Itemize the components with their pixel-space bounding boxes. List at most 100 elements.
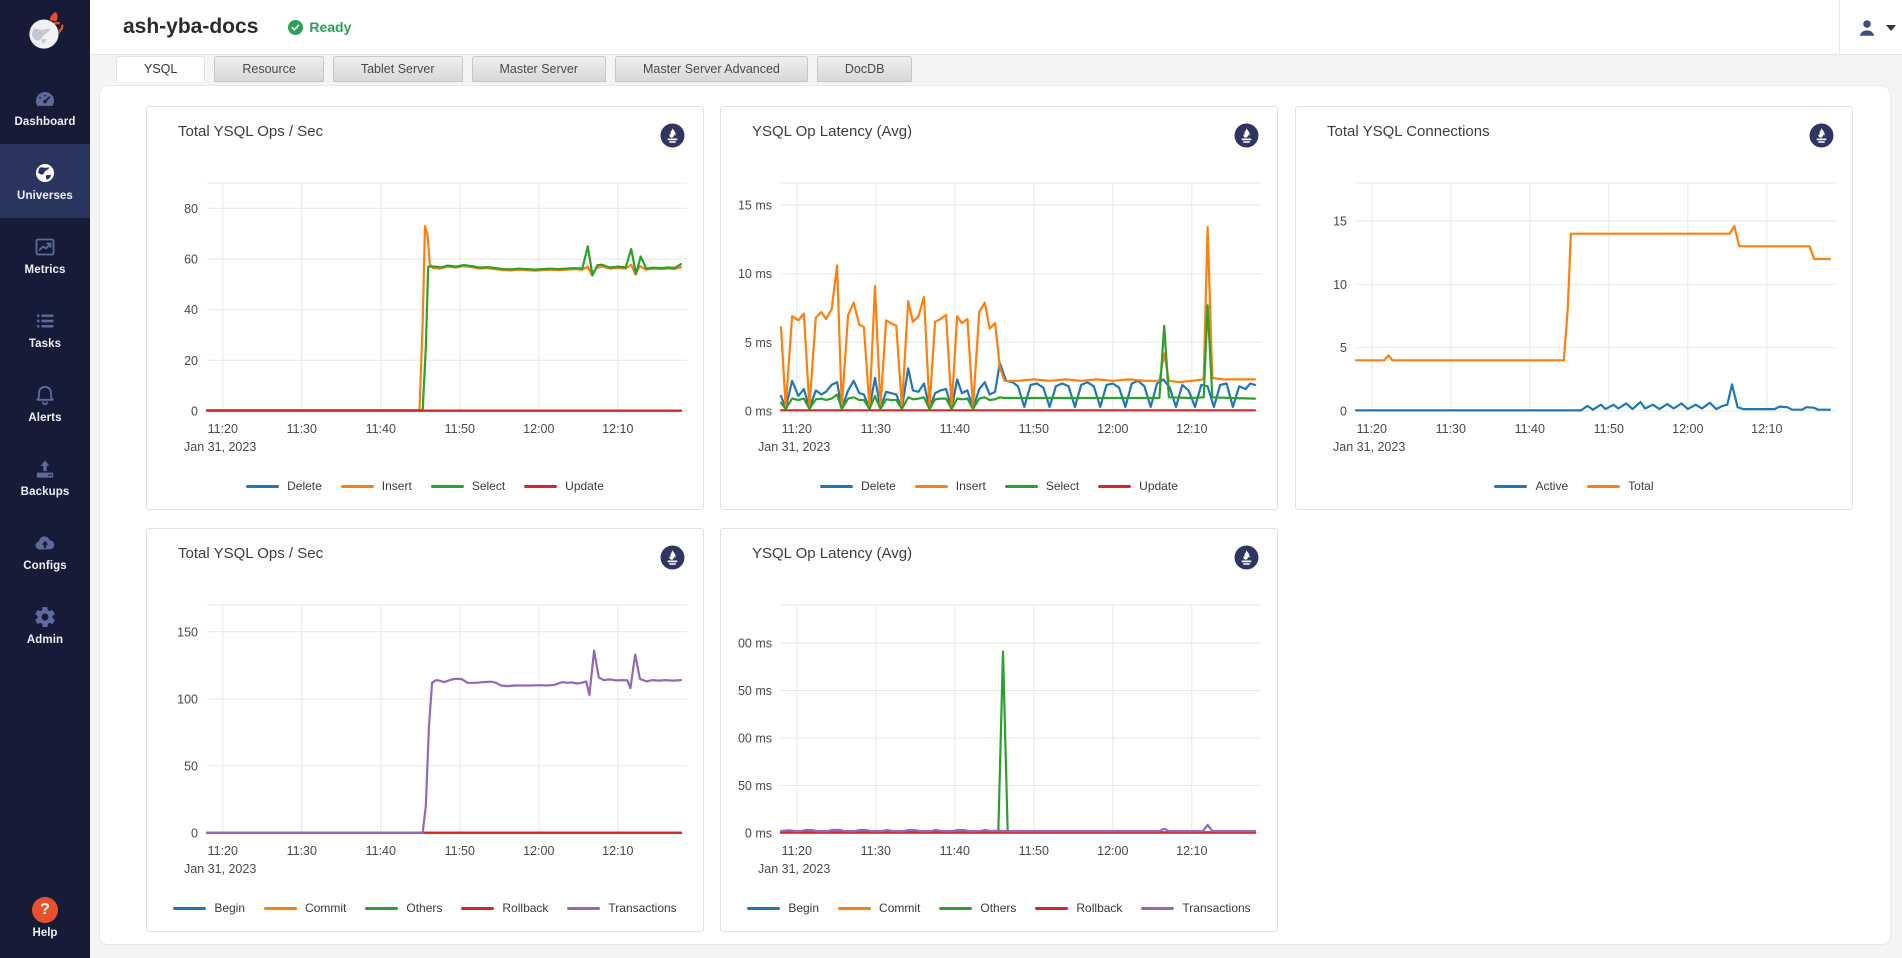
tab-tablet-server[interactable]: Tablet Server (333, 56, 463, 82)
chart-canvas[interactable]: 11:2011:3011:4011:5012:0012:10051015Jan … (1312, 157, 1838, 457)
legend-item-total[interactable]: Total (1587, 479, 1653, 493)
prometheus-icon[interactable] (1234, 123, 1259, 148)
svg-text:11:30: 11:30 (861, 844, 891, 858)
tab-resource[interactable]: Resource (214, 56, 324, 82)
legend-item-delete[interactable]: Delete (246, 479, 322, 493)
svg-text:11:20: 11:20 (208, 844, 238, 858)
svg-text:150 ms: 150 ms (737, 684, 772, 698)
svg-text:12:00: 12:00 (523, 844, 554, 858)
tab-ysql[interactable]: YSQL (116, 56, 205, 82)
legend-item-begin[interactable]: Begin (747, 901, 819, 915)
tab-master-server[interactable]: Master Server (472, 56, 607, 82)
backup-upload-icon (33, 457, 57, 481)
chart-canvas[interactable]: 11:2011:3011:4011:5012:0012:100 ms50 ms1… (737, 579, 1263, 879)
chart-title: Total YSQL Ops / Sec (178, 123, 323, 140)
legend-item-begin[interactable]: Begin (173, 901, 245, 915)
legend-item-select[interactable]: Select (1005, 479, 1079, 493)
sidebar-item-tasks[interactable]: Tasks (0, 292, 90, 366)
sidebar-item-label: Metrics (25, 264, 66, 276)
svg-text:0: 0 (191, 827, 198, 841)
svg-text:20: 20 (184, 354, 198, 368)
chart-canvas[interactable]: 11:2011:3011:4011:5012:0012:10020406080J… (163, 157, 689, 457)
charts-container: Total YSQL Ops / Sec 11:2011:3011:4011:5… (100, 86, 1890, 944)
svg-text:0: 0 (1340, 405, 1347, 419)
svg-text:0 ms: 0 ms (745, 827, 772, 841)
prometheus-icon[interactable] (1234, 545, 1259, 570)
chart-canvas[interactable]: 11:2011:3011:4011:5012:0012:100 ms5 ms10… (737, 157, 1263, 457)
svg-text:Jan 31, 2023: Jan 31, 2023 (1333, 440, 1405, 454)
svg-text:80: 80 (184, 202, 198, 216)
svg-text:40: 40 (184, 303, 198, 317)
svg-text:0 ms: 0 ms (745, 405, 772, 419)
svg-text:11:50: 11:50 (445, 844, 475, 858)
svg-text:12:00: 12:00 (1672, 422, 1703, 436)
help-icon: ? (32, 897, 58, 923)
svg-text:15: 15 (1333, 215, 1347, 229)
svg-text:100: 100 (177, 692, 198, 706)
legend-item-others[interactable]: Others (939, 901, 1016, 915)
chart-panel-ysql-op-latency-dml: YSQL Op Latency (Avg) 11:2011:3011:4011:… (720, 106, 1278, 510)
svg-text:Jan 31, 2023: Jan 31, 2023 (184, 862, 256, 876)
user-menu[interactable] (1839, 0, 1902, 55)
chevron-down-icon (1886, 25, 1896, 31)
sidebar-item-label: Dashboard (15, 116, 76, 128)
bell-icon (33, 383, 57, 407)
svg-text:11:50: 11:50 (445, 422, 475, 436)
legend-item-select[interactable]: Select (431, 479, 505, 493)
legend-item-insert[interactable]: Insert (915, 479, 986, 493)
legend-item-insert[interactable]: Insert (341, 479, 412, 493)
legend-item-update[interactable]: Update (524, 479, 604, 493)
prometheus-icon[interactable] (1809, 123, 1834, 148)
tab-docdb[interactable]: DocDB (817, 56, 913, 82)
globe-icon (33, 161, 57, 185)
page-title: ash-yba-docs (123, 15, 258, 39)
sidebar-item-backups[interactable]: Backups (0, 440, 90, 514)
planet-rocket-icon (20, 7, 70, 57)
tab-master-server-advanced[interactable]: Master Server Advanced (615, 56, 808, 82)
svg-text:11:50: 11:50 (1019, 844, 1049, 858)
sidebar-item-metrics[interactable]: Metrics (0, 218, 90, 292)
legend-item-commit[interactable]: Commit (838, 901, 920, 915)
legend-item-rollback[interactable]: Rollback (461, 901, 548, 915)
prometheus-icon[interactable] (660, 545, 685, 570)
chart-canvas[interactable]: 11:2011:3011:4011:5012:0012:10050100150J… (163, 579, 689, 879)
metrics-tabs: YSQL Resource Tablet Server Master Serve… (116, 56, 912, 82)
svg-text:12:00: 12:00 (1097, 844, 1128, 858)
legend-item-transactions[interactable]: Transactions (1141, 901, 1250, 915)
sidebar: Dashboard Universes Metrics Tasks Alerts (0, 0, 90, 958)
sidebar-item-help[interactable]: ? Help (0, 886, 90, 950)
header: ash-yba-docs Ready (90, 0, 1902, 55)
svg-text:0: 0 (191, 405, 198, 419)
dashboard-gauge-icon (33, 87, 57, 111)
sidebar-item-admin[interactable]: Admin (0, 588, 90, 662)
svg-text:15 ms: 15 ms (738, 199, 772, 213)
legend-item-update[interactable]: Update (1098, 479, 1178, 493)
legend-item-rollback[interactable]: Rollback (1035, 901, 1122, 915)
chart-legend: Begin Commit Others Rollback Transactions (163, 901, 687, 915)
svg-text:11:50: 11:50 (1019, 422, 1049, 436)
svg-text:150: 150 (177, 625, 198, 639)
legend-item-active[interactable]: Active (1494, 479, 1568, 493)
sidebar-item-alerts[interactable]: Alerts (0, 366, 90, 440)
chart-legend: Delete Insert Select Update (163, 479, 687, 493)
chart-title: YSQL Op Latency (Avg) (752, 123, 912, 140)
legend-item-commit[interactable]: Commit (264, 901, 346, 915)
svg-text:100 ms: 100 ms (737, 732, 772, 746)
prometheus-icon[interactable] (660, 123, 685, 148)
chart-title: Total YSQL Connections (1327, 123, 1490, 140)
sidebar-item-label: Admin (27, 634, 63, 646)
svg-text:10 ms: 10 ms (738, 267, 772, 281)
sidebar-item-universes[interactable]: Universes (0, 144, 90, 218)
app-logo[interactable] (0, 0, 90, 64)
svg-text:11:30: 11:30 (1436, 422, 1466, 436)
svg-text:12:00: 12:00 (523, 422, 554, 436)
legend-item-transactions[interactable]: Transactions (567, 901, 676, 915)
chart-legend: Active Total (1312, 479, 1836, 493)
legend-item-others[interactable]: Others (365, 901, 442, 915)
status-badge: Ready (288, 19, 351, 35)
sidebar-item-configs[interactable]: Configs (0, 514, 90, 588)
svg-text:5 ms: 5 ms (745, 336, 772, 350)
sidebar-item-dashboard[interactable]: Dashboard (0, 70, 90, 144)
svg-text:12:10: 12:10 (602, 844, 633, 858)
legend-item-delete[interactable]: Delete (820, 479, 896, 493)
